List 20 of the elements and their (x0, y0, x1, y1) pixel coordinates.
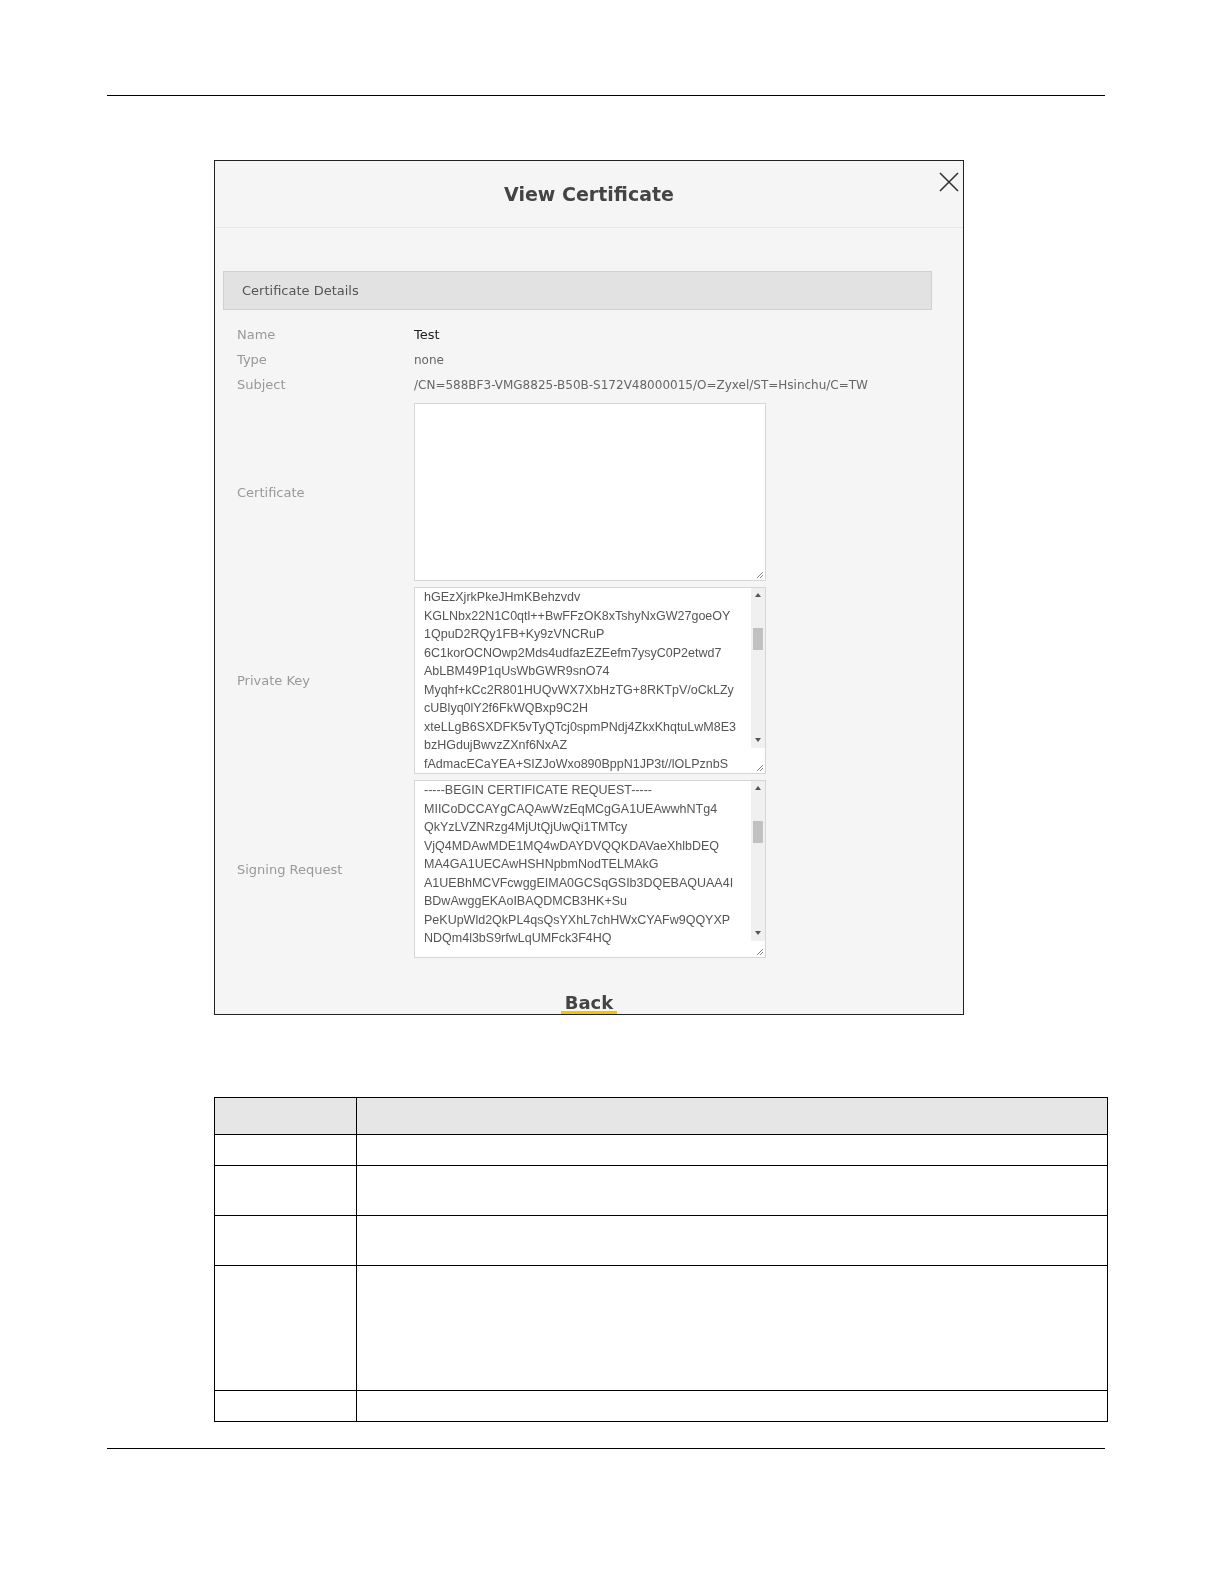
field-label: Signing Request (237, 861, 344, 877)
text-area[interactable]: -----BEGIN CERTIFICATE REQUEST----- MIICoDCCAYgCAQAwWzEqMCgGA1UEAwwhNTg4 QkYzLVZNRzg4MjUtQjUwQi1TMTcy VjQ4MDAwMDE1MQ4wDAYDVQQKDAVaeXhlbDEQ MA4GA1UECAwHSHNpbmNodTELMAkG A1UEBhMCVFcwggEIMA0GCSqGSIb3DQEBAQUAA4I BDwAwggEKAoIBAQDMCB3HK+Su PeKUpWld2QkPL4qsQsYXhL7chHWxCYAFw9QQYXP NDQm4l3bS9rfwLqUMFck3F4HQ (414, 780, 766, 958)
back-button[interactable]: Back (560, 992, 618, 1014)
resize-handle-icon[interactable] (756, 948, 764, 956)
field-value: /CN=588BF3-VMG8825-B50B-S172V48000015/O=Zyxel/ST=Hsinchu/C=TW (414, 377, 868, 392)
field-value: none (414, 352, 444, 367)
section-header: Certificate Details (223, 271, 932, 310)
scrollbar-icon[interactable] (751, 781, 765, 941)
resize-handle-icon[interactable] (756, 764, 764, 772)
close-icon[interactable] (938, 171, 960, 193)
field-label: Private Key (237, 673, 312, 688)
scrollbar-icon[interactable] (751, 588, 765, 748)
field-label: Type (237, 352, 268, 367)
text-area[interactable]: hGEzXjrkPkeJHmKBehzvdv KGLNbx22N1C0qtl++BwFFzOK8xTshyNxGW27goeOY 1QpuD2RQy1FB+Ky9zVNCRuP 6C1korOCNOwp2Mds4udfazEZEefm7ysyC0P2etwd7 AbLBM49P1qUsWbGWR9snO74 Myqhf+kCc2R801HUQvWX7XbHzTG+8RKTpV/oCkLZy cUBlyq0lY2f6FkWQBxp9C2H xteLLgB6SXDFK5vTyQTcj0spmPNdj4ZkxKhqtuLwM8E3 bzHGdujBwvzZXnf6NxAZ fAdmacECaYEA+SIZJoWxo890BppN1JP3t//lOLPznbS (414, 587, 766, 774)
resize-handle-icon[interactable] (756, 571, 764, 579)
field-value: Test (414, 327, 440, 342)
field-label: Certificate (237, 484, 306, 500)
dialog-title: View Certificate (504, 183, 674, 205)
field-label: Subject (237, 377, 287, 392)
field-label: Name (237, 327, 277, 342)
